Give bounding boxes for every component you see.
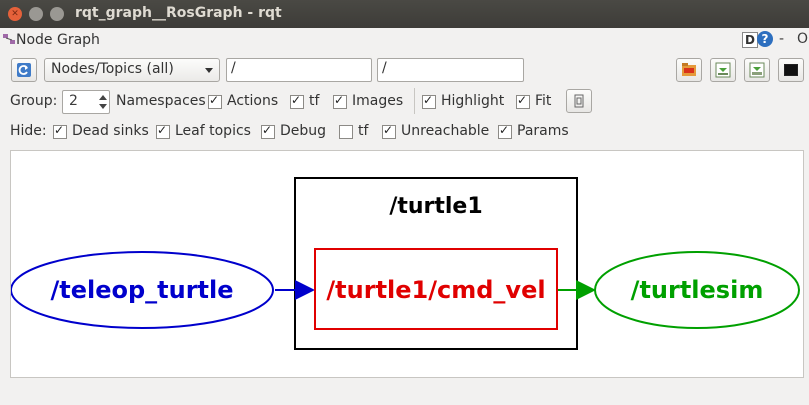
fit-label: Fit — [535, 93, 552, 109]
help-icon[interactable]: ? — [757, 31, 773, 47]
load-dot-button[interactable] — [676, 58, 702, 82]
window-maximize-button[interactable] — [50, 7, 64, 21]
refresh-button[interactable] — [11, 58, 37, 82]
cluster-label: /turtle1 — [389, 194, 482, 219]
group-spinbox[interactable]: 2 — [62, 90, 110, 114]
export-icon — [749, 62, 765, 78]
topic-filter-input[interactable] — [378, 59, 523, 77]
chevron-down-icon — [205, 68, 213, 73]
topic-filter-field[interactable] — [377, 58, 524, 82]
save-dot-button[interactable] — [710, 58, 736, 82]
images-checkbox[interactable] — [333, 93, 347, 109]
actions-checkbox[interactable] — [208, 93, 222, 109]
node-filter-field[interactable] — [226, 58, 372, 82]
fit-checkbox[interactable] — [516, 93, 530, 109]
toolbar-separator — [414, 88, 415, 114]
cmd-vel-label: /turtle1/cmd_vel — [326, 276, 545, 304]
fit-in-view-button[interactable] — [566, 89, 592, 113]
panel-header: Node Graph D ? - O — [0, 28, 809, 54]
dead-sinks-label: Dead sinks — [72, 123, 149, 139]
teleop-turtle-label: /teleop_turtle — [50, 276, 233, 304]
highlight-label: Highlight — [441, 93, 505, 109]
actions-label: Actions — [227, 93, 279, 109]
group-value: 2 — [69, 93, 78, 109]
params-checkbox[interactable] — [498, 123, 512, 139]
node-filter-input[interactable] — [227, 59, 371, 77]
debug-checkbox[interactable] — [261, 123, 275, 139]
graph-canvas[interactable]: /turtle1 /teleop_turtle /turtle1/cmd_vel… — [10, 150, 804, 378]
fit-icon — [574, 94, 584, 108]
hide-label: Hide: — [10, 123, 47, 139]
save-image-button[interactable] — [778, 58, 804, 82]
leaf-topics-checkbox[interactable] — [156, 123, 170, 139]
refresh-icon — [17, 63, 31, 77]
namespaces-label: Namespaces — [116, 93, 206, 109]
images-label: Images — [352, 93, 404, 109]
save-image-icon — [715, 62, 731, 78]
node-graph-icon — [3, 34, 15, 44]
view-mode-select[interactable]: Nodes/Topics (all) — [44, 58, 220, 82]
hide-tf-checkbox[interactable] — [339, 125, 353, 139]
turtlesim-label: /turtlesim — [631, 276, 764, 304]
tf-checkbox[interactable] — [290, 93, 304, 109]
spin-up-icon[interactable] — [99, 95, 107, 100]
panel-title: Node Graph — [16, 32, 100, 48]
window-title: rqt_graph__RosGraph - rqt — [75, 5, 282, 21]
dead-sinks-checkbox[interactable] — [53, 123, 67, 139]
debug-label: Debug — [280, 123, 327, 139]
window-close-button[interactable]: ✕ — [8, 7, 22, 21]
group-label: Group: — [10, 93, 58, 109]
window-minimize-button[interactable] — [29, 7, 43, 21]
panel-minimize-button[interactable]: - — [779, 31, 784, 47]
hide-tf-label: tf — [358, 123, 369, 139]
screen-icon — [784, 64, 798, 76]
graph-svg: /turtle1 /teleop_turtle /turtle1/cmd_vel… — [10, 177, 800, 350]
panel-d-button[interactable]: D — [742, 32, 758, 48]
tf-label: tf — [309, 93, 320, 109]
save-svg-button[interactable] — [744, 58, 770, 82]
panel-close-button[interactable]: O — [797, 31, 808, 47]
view-mode-value: Nodes/Topics (all) — [51, 61, 174, 77]
unreachable-checkbox[interactable] — [382, 123, 396, 139]
unreachable-label: Unreachable — [401, 123, 490, 139]
spin-down-icon[interactable] — [99, 104, 107, 109]
window-titlebar: ✕ rqt_graph__RosGraph - rqt — [0, 0, 809, 28]
folder-icon — [682, 63, 696, 76]
leaf-topics-label: Leaf topics — [175, 123, 251, 139]
params-label: Params — [517, 123, 569, 139]
highlight-checkbox[interactable] — [422, 93, 436, 109]
